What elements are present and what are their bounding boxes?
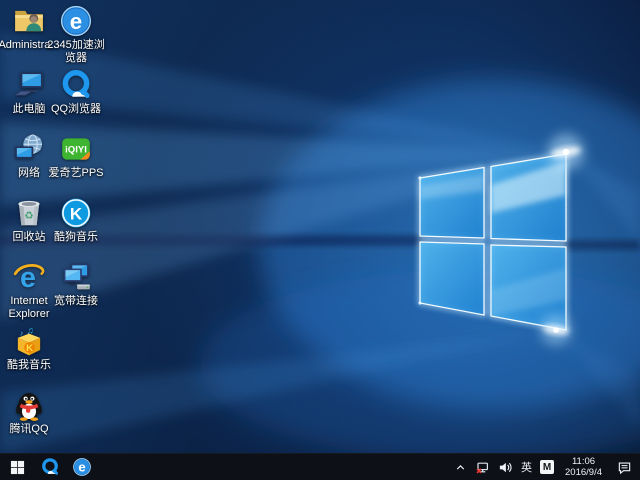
browser-2345-icon: e [72,457,92,477]
tray-overflow-chevron[interactable] [450,454,471,480]
taskbar-app-2345-browser[interactable]: e [66,454,98,480]
desktop-icon-iqiyi-pps[interactable]: iQIYI 爱奇艺PPS [47,132,105,180]
recycle-bin-icon: ♻ [12,196,46,230]
ime-language-label: 英 [521,459,532,475]
kugou-icon: K [59,196,93,230]
icon-label: QQ浏览器 [51,103,101,116]
svg-text:K: K [26,343,33,354]
network-disconnected-icon [475,460,490,475]
action-center-icon [617,460,632,475]
svg-text:e: e [70,9,82,34]
icon-label: 腾讯QQ [9,423,48,436]
icon-label: 酷我音乐 [7,359,51,372]
icon-label: 回收站 [13,231,46,244]
svg-text:iQIYI: iQIYI [65,145,87,156]
ime-mode-indicator[interactable]: M [536,454,558,480]
icon-label: 宽带连接 [54,295,98,308]
icon-label: 网络 [18,167,40,180]
network-status[interactable] [471,454,494,480]
desktop-icon-kugou-music[interactable]: K 酷狗音乐 [47,196,105,244]
desktop-icon-kuwo-music[interactable]: ♫♪K酷我音乐 [0,324,58,372]
qq-penguin-icon [12,388,46,422]
desktop-icon-tencent-qq[interactable]: 腾讯QQ [0,388,58,436]
ie-icon: e [12,260,46,294]
taskbar: e [0,453,640,480]
windows-logo-icon [10,460,25,475]
clock[interactable]: 11:06 2016/9/4 [558,454,609,480]
svg-text:e: e [78,460,85,475]
icon-label: 爱奇艺PPS [48,167,103,180]
start-button[interactable] [0,454,34,480]
taskbar-apps: e [34,454,98,480]
volume[interactable] [494,454,517,480]
ime-language-indicator[interactable]: 英 [517,454,536,480]
desktop-icon-qq-browser[interactable]: QQ浏览器 [47,68,105,116]
svg-text:♻: ♻ [24,210,34,222]
iqiyi-icon: iQIYI [59,132,93,166]
svg-text:K: K [70,204,83,223]
chevron-up-icon [454,461,467,474]
browser-2345-icon: e [59,4,93,38]
broadband-icon [59,260,93,294]
desktop-icon-broadband[interactable]: 宽带连接 [47,260,105,308]
clock-time: 11:06 [572,456,595,467]
icon-label: 酷狗音乐 [54,231,98,244]
icon-label: 2345加速浏 览器 [47,39,104,65]
kuwo-icon: ♫♪K [12,324,46,358]
system-tray: 英 M 11:06 2016/9/4 [450,454,640,480]
desktop-icon-2345-browser[interactable]: e 2345加速浏 览器 [47,4,105,65]
qq-browser-icon [40,457,60,477]
lens-flare-top [548,134,584,170]
computer-icon [12,68,46,102]
speaker-icon [498,460,513,475]
user-folder-icon [12,4,46,38]
ime-mode-label: M [540,460,554,474]
lens-flare-bottom [541,315,571,345]
windows-desktop: Administra...此电脑网络♻回收站eInternet Explorer… [0,0,640,480]
qq-browser-icon [59,68,93,102]
action-center-button[interactable] [609,454,640,480]
clock-date: 2016/9/4 [565,467,602,478]
taskbar-app-qq-browser[interactable] [34,454,66,480]
network-globe-icon [12,132,46,166]
icon-label: Internet Explorer [9,295,50,321]
icon-label: 此电脑 [13,103,46,116]
